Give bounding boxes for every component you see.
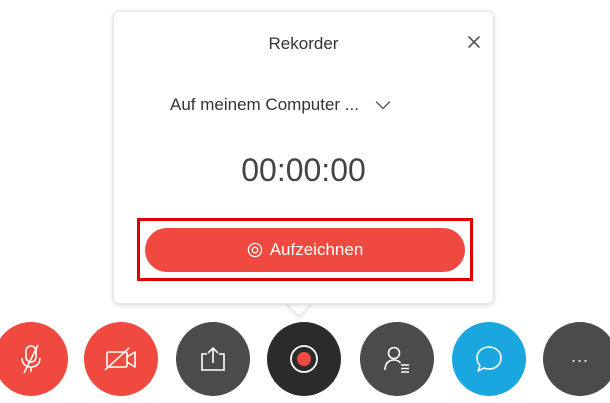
share-icon xyxy=(201,346,225,371)
share-button[interactable] xyxy=(176,322,250,396)
close-icon xyxy=(468,36,480,48)
record-button[interactable]: Aufzeichnen xyxy=(145,228,465,272)
chevron-down-icon xyxy=(375,101,391,110)
more-icon: ... xyxy=(570,345,589,366)
recording-timer: 00:00:00 xyxy=(241,152,366,188)
record-icon xyxy=(247,242,262,258)
recorder-panel: Rekorder Auf meinem Computer ... 00:00:0… xyxy=(113,11,494,304)
close-button[interactable] xyxy=(466,34,482,50)
participants-button[interactable] xyxy=(360,322,434,396)
destination-value: Auf meinem Computer ... xyxy=(170,95,359,114)
video-off-button[interactable] xyxy=(84,322,158,396)
record-icon xyxy=(290,345,318,373)
microphone-muted-icon xyxy=(21,344,41,374)
record-label: Aufzeichnen xyxy=(269,240,364,259)
panel-title: Rekorder xyxy=(268,34,339,53)
camera-off-icon xyxy=(104,347,136,371)
chat-button[interactable] xyxy=(452,322,526,396)
participants-icon xyxy=(384,346,409,373)
recorder-button[interactable] xyxy=(267,322,341,396)
more-button[interactable]: ... xyxy=(543,322,610,396)
mute-button[interactable] xyxy=(0,322,68,396)
chat-icon xyxy=(476,346,502,372)
destination-select[interactable]: Auf meinem Computer ... xyxy=(170,92,448,118)
